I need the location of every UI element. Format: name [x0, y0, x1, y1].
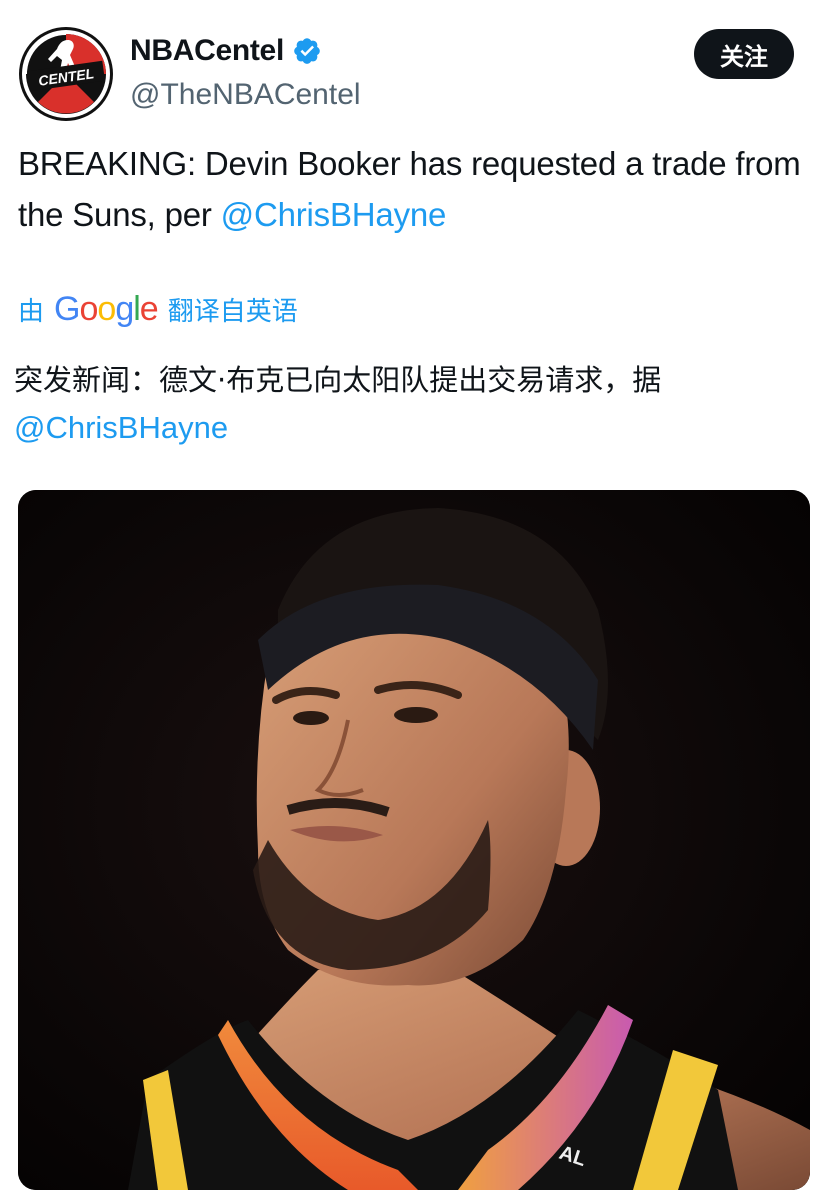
translated-by-label: 由: [18, 297, 45, 327]
translated-mention-link[interactable]: @ChrisBHayne: [14, 410, 228, 445]
tweet-text: BREAKING: Devin Booker has requested a t…: [18, 138, 808, 240]
tweet-photo[interactable]: AL: [18, 490, 810, 1190]
translated-body: 突发新闻：德文·布克已向太阳队提出交易请求，据: [14, 363, 662, 397]
translated-from-label: 翻译自英语: [167, 297, 298, 327]
handle[interactable]: @TheNBACentel: [130, 78, 361, 112]
google-logo: Google: [54, 290, 159, 328]
avatar[interactable]: CENTEL: [18, 26, 114, 122]
translated-text: 突发新闻：德文·布克已向太阳队提出交易请求，据 @ChrisBHayne: [14, 356, 814, 452]
player-photo-image: AL: [18, 490, 810, 1190]
translation-toggle[interactable]: 由 Google 翻译自英语: [18, 290, 298, 329]
verified-badge-icon: [292, 36, 322, 66]
follow-button[interactable]: 关注: [694, 29, 794, 79]
mention-link[interactable]: @ChrisBHayne: [221, 196, 447, 233]
centel-logo-icon: CENTEL: [19, 27, 113, 121]
display-name-text: NBACentel: [130, 34, 284, 67]
display-name[interactable]: NBACentel: [130, 34, 322, 68]
